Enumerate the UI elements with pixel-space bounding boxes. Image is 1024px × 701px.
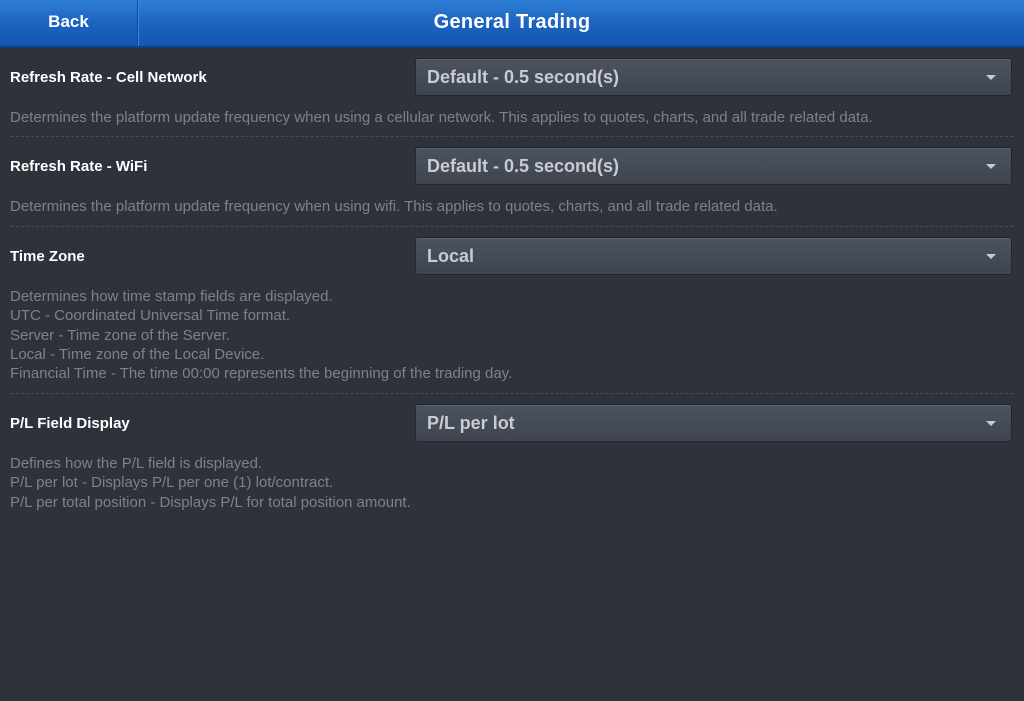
chevron-down-icon bbox=[986, 253, 996, 259]
chevron-down-icon bbox=[986, 420, 996, 426]
chevron-down-icon bbox=[986, 75, 996, 80]
chevron-down-icon bbox=[986, 164, 996, 170]
setting-label: Refresh Rate - WiFi bbox=[10, 158, 148, 176]
setting-label: Refresh Rate - Cell Network bbox=[10, 69, 207, 86]
description-line: Determines the platform update frequency… bbox=[10, 109, 873, 126]
setting-pl-field-display: P/L Field Display P/L per lot Defines ho… bbox=[10, 394, 1013, 521]
description-line: Determines how time stamp fields are dis… bbox=[10, 287, 333, 305]
dropdown-value: P/L per lot bbox=[427, 412, 515, 433]
dropdown-value: Local bbox=[427, 245, 475, 266]
description-line: UTC - Coordinated Universal Time format. bbox=[10, 307, 291, 325]
description-line: Server - Time zone of the Server. bbox=[10, 326, 231, 344]
setting-refresh-rate-wifi: Refresh Rate - WiFi Default - 0.5 second… bbox=[10, 137, 1013, 227]
dropdown-value: Default - 0.5 second(s) bbox=[427, 156, 620, 177]
setting-time-zone: Time Zone Local Determines how time stam… bbox=[10, 227, 1013, 394]
refresh-rate-wifi-dropdown[interactable]: Default - 0.5 second(s) bbox=[415, 147, 1012, 186]
back-button[interactable]: Back bbox=[0, 0, 138, 46]
page-title: General Trading bbox=[433, 11, 591, 33]
setting-description: Determines how time stamp fields are dis… bbox=[10, 287, 1013, 393]
dropdown-value: Default - 0.5 second(s) bbox=[427, 67, 620, 87]
pl-field-display-dropdown[interactable]: P/L per lot bbox=[415, 403, 1012, 442]
description-line: Financial Time - The time 00:00 represen… bbox=[10, 365, 513, 383]
description-line: Determines the platform update frequency… bbox=[10, 198, 778, 216]
description-line: Local - Time zone of the Local Device. bbox=[10, 346, 265, 364]
setting-description: Determines the platform update frequency… bbox=[10, 197, 1013, 225]
description-line: P/L per total position - Displays P/L fo… bbox=[10, 493, 411, 511]
setting-refresh-rate-cell: Refresh Rate - Cell Network Default - 0.… bbox=[10, 48, 1013, 138]
description-line: Defines how the P/L field is displayed. bbox=[10, 454, 263, 472]
top-bar: Back General Trading bbox=[0, 0, 1024, 48]
time-zone-dropdown[interactable]: Local bbox=[415, 236, 1012, 275]
setting-description: Determines the platform update frequency… bbox=[10, 108, 1013, 136]
refresh-rate-cell-dropdown[interactable]: Default - 0.5 second(s) bbox=[415, 58, 1012, 96]
description-line: P/L per lot - Displays P/L per one (1) l… bbox=[10, 474, 334, 492]
setting-label: P/L Field Display bbox=[10, 414, 130, 432]
setting-label: Time Zone bbox=[10, 247, 85, 265]
settings-list: Refresh Rate - Cell Network Default - 0.… bbox=[0, 48, 1024, 521]
setting-description: Defines how the P/L field is displayed. … bbox=[10, 454, 1013, 521]
